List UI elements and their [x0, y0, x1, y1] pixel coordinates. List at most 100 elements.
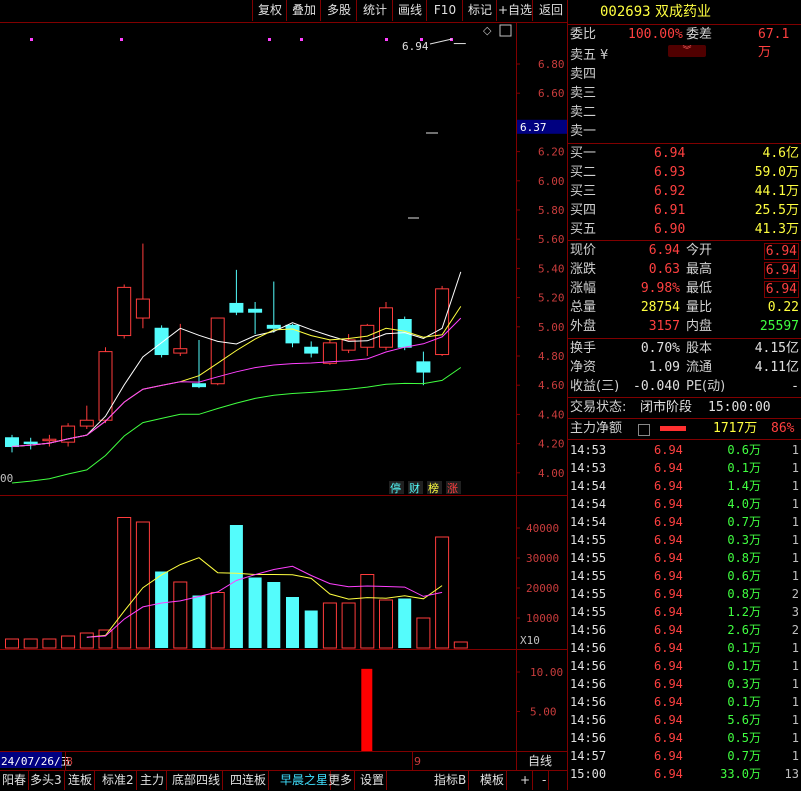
diamond-icon[interactable]: ◇ — [483, 24, 492, 37]
quote-label-2: 最低 — [686, 281, 713, 296]
bottom-tab-4[interactable]: 主力 — [138, 771, 168, 790]
tick-price: 6.94 — [654, 443, 683, 457]
ma20-line — [11, 317, 462, 447]
tick-row: 14:56 6.94 0.3万 1 — [568, 675, 801, 693]
badge-1[interactable]: 财 — [409, 481, 420, 495]
toolbar-button-4[interactable]: 画线 — [392, 0, 427, 21]
bottom-tab-0[interactable]: 阳春 — [0, 771, 30, 790]
volume-bar — [248, 577, 262, 648]
self-line-label[interactable]: 自线 — [528, 754, 552, 768]
indicator-bar — [361, 668, 373, 751]
toolbar-button-7[interactable]: +自选 — [496, 0, 533, 21]
stats-label: 收益(三) — [570, 379, 620, 394]
tick-time: 14:53 — [570, 461, 607, 475]
tick-list[interactable]: 14:53 6.94 0.6万 1 14:53 6.94 0.1万 1 14:54 6.94 1.4… — [568, 441, 801, 790]
indicator-tab-bar: 阳春 多头3 连板 标准2 主力 底部四线 四连板 早晨之星 更多 设置 指标B 模板 + - — [0, 770, 568, 791]
tick-volume: 0.1万 — [727, 461, 761, 475]
bid-volume: 4.6亿 — [762, 146, 799, 161]
tick-row: 15:00 6.94 33.0万 13 — [568, 765, 801, 783]
quote-label-2: 内盘 — [686, 319, 713, 334]
tick-price: 6.94 — [654, 677, 683, 691]
tick-count: 1 — [791, 551, 799, 565]
ask-label: 卖三 — [570, 86, 597, 101]
signal-dot — [385, 38, 388, 41]
tick-time: 14:56 — [570, 695, 607, 709]
ma60-line — [11, 367, 462, 484]
signal-dot — [30, 38, 33, 41]
candle — [210, 317, 225, 385]
tick-row: 14:54 6.94 1.4万 1 — [568, 477, 801, 495]
tick-time: 14:56 — [570, 641, 607, 655]
tick-row: 14:54 6.94 0.7万 1 — [568, 513, 801, 531]
badge-2[interactable]: 榜 — [428, 481, 439, 495]
tick-count: 1 — [791, 695, 799, 709]
candle — [379, 307, 393, 348]
currency-icon: ¥ — [600, 48, 609, 63]
quote-row: 外盘 3157 内盘 25597 — [568, 318, 801, 336]
bottom-tab-7[interactable]: 早晨之星 — [278, 771, 332, 790]
candle — [135, 298, 150, 319]
toolbar-button-5[interactable]: F10 — [426, 0, 463, 21]
bottom-tab-9[interactable]: 设置 — [358, 771, 388, 790]
bottom-tab-10[interactable]: 指标B — [432, 771, 470, 790]
bid-row: 买三 6.92 44.1万 — [568, 183, 801, 201]
tick-volume: 33.0万 — [720, 767, 761, 781]
bottom-tab-12[interactable]: + — [518, 771, 534, 790]
toolbar-button-3[interactable]: 统计 — [356, 0, 393, 21]
tick-time: 14:54 — [570, 497, 607, 511]
main-net-bar — [660, 426, 686, 431]
ask-label: 卖一 — [570, 124, 597, 139]
tick-row: 14:55 6.94 0.8万 1 — [568, 549, 801, 567]
tick-price: 6.94 — [654, 767, 683, 781]
bottom-tab-3[interactable]: 标准2 — [100, 771, 137, 790]
tick-volume: 0.8万 — [727, 587, 761, 601]
candle — [117, 286, 132, 337]
badge-3[interactable]: 涨 — [447, 482, 458, 495]
bid-price: 6.94 — [654, 146, 686, 161]
toolbar-button-8[interactable]: 返回 — [532, 0, 569, 21]
tick-row: 14:56 6.94 5.6万 1 — [568, 711, 801, 729]
toolbar-button-0[interactable]: 复权 — [252, 0, 287, 21]
tick-time: 14:56 — [570, 731, 607, 745]
tick-volume: 0.1万 — [727, 659, 761, 673]
bottom-tab-5[interactable]: 底部四线 — [170, 771, 224, 790]
bid-price: 6.90 — [654, 222, 686, 237]
details-icon[interactable] — [638, 424, 650, 436]
tick-volume: 0.8万 — [727, 551, 761, 565]
tick-price: 6.94 — [654, 551, 683, 565]
volume-bar — [229, 525, 243, 648]
tick-time: 14:55 — [570, 533, 607, 547]
tick-row: 14:55 6.94 1.2万 3 — [568, 603, 801, 621]
kline-chart[interactable]: 6.80 6.60 6.37 6.20 6.00 5.80 5.60 5.40 5.20 5.00… — [0, 22, 568, 770]
tick-time: 14:56 — [570, 713, 607, 727]
volume-tick-label: 10000 — [526, 612, 559, 625]
main-net-row: 主力净额 1717万 86% — [568, 420, 801, 438]
bottom-tab-1[interactable]: 多头3 — [28, 771, 65, 790]
toolbar-button-6[interactable]: 标记 — [462, 0, 497, 21]
tick-price: 6.94 — [654, 533, 683, 547]
stats-label: 换手 — [570, 341, 597, 356]
toolbar-button-2[interactable]: 多股 — [320, 0, 357, 21]
bottom-tab-6[interactable]: 四连板 — [228, 771, 270, 790]
volume-bar — [341, 602, 356, 649]
tick-price: 6.94 — [654, 497, 683, 511]
badge-0[interactable]: 停 — [390, 481, 401, 495]
tick-price: 6.94 — [654, 569, 683, 583]
tick-row: 14:53 6.94 0.6万 1 — [568, 441, 801, 459]
window-icon[interactable] — [499, 24, 512, 37]
bid-label: 买四 — [570, 203, 597, 218]
quote-label: 现价 — [570, 243, 597, 258]
tick-volume: 0.1万 — [727, 695, 761, 709]
order-diff-label: 委差 — [686, 27, 713, 42]
quote-value: 6.94 — [648, 243, 680, 258]
bottom-tab-2[interactable]: 连板 — [66, 771, 96, 790]
toolbar-button-1[interactable]: 叠加 — [286, 0, 321, 21]
bottom-tab-11[interactable]: 模板 — [478, 771, 508, 790]
stats-value: 1.09 — [648, 360, 680, 375]
bottom-tab-13[interactable]: - — [540, 771, 550, 790]
tick-volume: 4.0万 — [727, 497, 761, 511]
volume-bar — [23, 638, 38, 649]
bottom-tab-8[interactable]: 更多 — [326, 771, 356, 790]
candle — [23, 441, 38, 445]
quote-row: 涨幅 9.98% 最低 6.94 — [568, 280, 801, 298]
